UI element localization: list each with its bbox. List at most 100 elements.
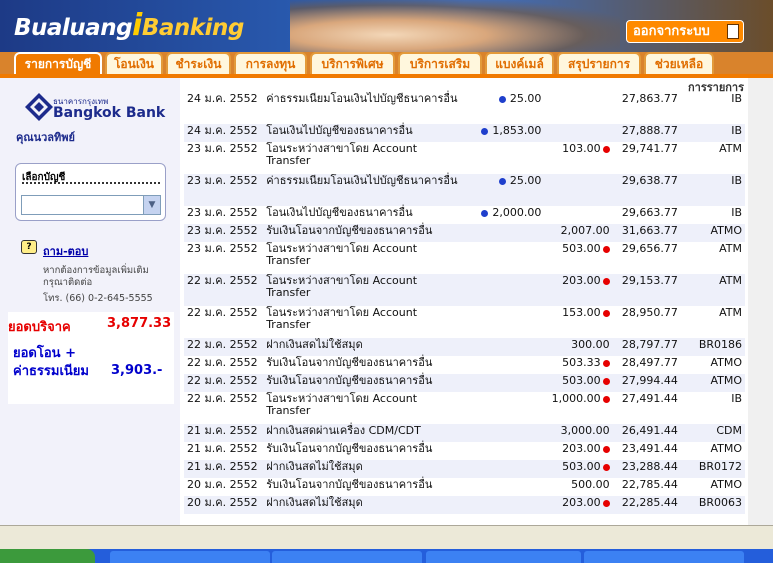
red-marker-icon xyxy=(602,277,610,285)
withdrawal-amount: 1,853.00 xyxy=(492,124,542,137)
blue-marker-icon xyxy=(498,177,506,185)
logout-label: ออกจากระบบ xyxy=(633,24,710,39)
transaction-date: 20 ม.ค. 2552 xyxy=(187,496,258,509)
deposit-amount: 503.33 xyxy=(562,356,601,369)
withdrawal-cell xyxy=(466,242,545,274)
transaction-channel: ATM xyxy=(719,142,742,155)
tab-summary[interactable]: สรุปรายการ xyxy=(557,52,641,74)
horizontal-scrollbar[interactable] xyxy=(0,525,773,550)
transaction-description: ฝากเงินสดไม่ใช้สมุด xyxy=(266,460,363,473)
blue-marker-icon xyxy=(481,127,489,135)
deposit-cell xyxy=(544,124,612,142)
transaction-channel: ATM xyxy=(719,274,742,287)
tab-help[interactable]: ช่วยเหลือ xyxy=(644,52,714,74)
deposit-amount: 503.00 xyxy=(562,374,601,387)
deposit-cell: 503.33 xyxy=(544,356,612,374)
withdrawal-amount: 25.00 xyxy=(509,174,542,187)
transaction-channel: BR0186 xyxy=(698,338,742,351)
deposit-amount: 203.00 xyxy=(562,274,601,287)
deposit-amount: 503.00 xyxy=(562,242,601,255)
blue-marker-icon xyxy=(481,209,489,217)
tab-bankmail[interactable]: แบงค์เมล์ xyxy=(485,52,554,74)
transaction-channel: IB xyxy=(731,206,742,219)
deposit-cell xyxy=(544,206,612,224)
taskbar-item[interactable] xyxy=(272,551,422,563)
header-banner: BualuangiBanking ออกจากระบบ xyxy=(0,0,773,58)
balance-amount: 27,863.77 xyxy=(621,92,678,105)
transaction-channel: IB xyxy=(731,174,742,187)
bangkok-bank-logo-icon xyxy=(25,93,53,121)
balance-amount: 29,741.77 xyxy=(621,142,678,155)
transaction-channel: CDM xyxy=(716,424,742,437)
deposit-cell: 153.00 xyxy=(544,306,612,338)
deposit-amount: 1,000.00 xyxy=(551,392,601,405)
vertical-scrollbar[interactable] xyxy=(748,78,773,525)
tab-transfer[interactable]: โอนเงิน xyxy=(105,52,163,74)
withdrawal-cell xyxy=(466,142,545,174)
transaction-date: 23 ม.ค. 2552 xyxy=(187,142,258,155)
withdrawal-cell xyxy=(466,392,545,424)
withdrawal-cell xyxy=(466,306,545,338)
transaction-channel: IB xyxy=(731,392,742,405)
withdrawal-cell xyxy=(466,338,545,356)
deposit-cell: 503.00 xyxy=(544,374,612,392)
tab-investment[interactable]: การลงทุน xyxy=(234,52,307,74)
banner-photo xyxy=(290,0,620,58)
table-row: 20 ม.ค. 2552 รับเงินโอนจากบัญชีของธนาคารอ… xyxy=(184,478,745,496)
transaction-channel: ATMO xyxy=(710,442,742,455)
deposit-cell: 503.00 xyxy=(544,242,612,274)
start-button[interactable] xyxy=(0,549,95,563)
donation-total-label: ยอดบริจาค xyxy=(8,320,71,335)
transaction-description: ฝากเงินสดไม่ใช้สมุด xyxy=(266,496,363,509)
transaction-description: โอนเงินไปบัญชีของธนาคารอื่น xyxy=(266,124,413,137)
table-row: 23 ม.ค. 2552 ค่าธรรมเนียมโอนเงินไปบัญชีธน… xyxy=(184,174,745,206)
transaction-date: 22 ม.ค. 2552 xyxy=(187,356,258,369)
tab-extra-services[interactable]: บริการเสริม xyxy=(398,52,482,74)
balance-amount: 28,497.77 xyxy=(621,356,678,369)
tab-special-services[interactable]: บริการพิเศษ xyxy=(310,52,395,74)
transaction-channel: BR0172 xyxy=(698,460,742,473)
faq-link[interactable]: ถาม-ตอบ xyxy=(43,242,88,260)
withdrawal-cell xyxy=(466,478,545,496)
help-text: หากต้องการข้อมูลเพิ่มเติม กรุณาติดต่อ xyxy=(43,265,149,288)
tab-payment[interactable]: ชำระเงิน xyxy=(166,52,231,74)
transaction-date: 24 ม.ค. 2552 xyxy=(187,124,258,137)
table-row: 22 ม.ค. 2552 โอนระหว่างสาขาโดย Account Tr… xyxy=(184,306,745,338)
withdrawal-cell xyxy=(466,374,545,392)
deposit-cell: 300.00 xyxy=(544,338,612,356)
table-row: 21 ม.ค. 2552 ฝากเงินสดผ่านเครื่อง CDM/CDT… xyxy=(184,424,745,442)
transaction-date: 22 ม.ค. 2552 xyxy=(187,338,258,351)
transaction-description: รับเงินโอนจากบัญชีของธนาคารอื่น xyxy=(266,374,433,387)
transaction-date: 21 ม.ค. 2552 xyxy=(187,424,258,437)
transaction-date: 21 ม.ค. 2552 xyxy=(187,460,258,473)
withdrawal-cell xyxy=(466,274,545,306)
transaction-channel: ATMO xyxy=(710,224,742,237)
tab-accounts[interactable]: รายการบัญชี xyxy=(14,52,102,74)
transaction-date: 22 ม.ค. 2552 xyxy=(187,306,258,319)
deposit-cell: 503.00 xyxy=(544,460,612,478)
deposit-amount: 203.00 xyxy=(562,496,601,509)
taskbar-item[interactable] xyxy=(426,551,581,563)
logout-button[interactable]: ออกจากระบบ xyxy=(626,20,744,43)
deposit-cell: 203.00 xyxy=(544,496,612,514)
transaction-description: รับเงินโอนจากบัญชีของธนาคารอื่น xyxy=(266,478,433,491)
taskbar-item[interactable] xyxy=(110,551,270,563)
table-row: 23 ม.ค. 2552 โอนระหว่างสาขาโดย Account Tr… xyxy=(184,142,745,174)
transaction-date: 22 ม.ค. 2552 xyxy=(187,374,258,387)
transaction-channel: BR0063 xyxy=(698,496,742,509)
withdrawal-cell xyxy=(466,460,545,478)
account-select[interactable] xyxy=(21,195,161,215)
red-marker-icon xyxy=(602,377,610,385)
transaction-date: 24 ม.ค. 2552 xyxy=(187,92,258,105)
table-row: 24 ม.ค. 2552 โอนเงินไปบัญชีของธนาคารอื่น 1… xyxy=(184,124,745,142)
red-marker-icon xyxy=(602,445,610,453)
withdrawal-cell xyxy=(466,356,545,374)
chevron-down-icon[interactable]: ▼ xyxy=(143,196,160,214)
deposit-cell xyxy=(544,174,612,206)
table-row: 22 ม.ค. 2552 โอนระหว่างสาขาโดย Account Tr… xyxy=(184,392,745,424)
withdrawal-amount: 25.00 xyxy=(509,92,542,105)
deposit-amount: 103.00 xyxy=(562,142,601,155)
taskbar-item[interactable] xyxy=(584,551,744,563)
red-marker-icon xyxy=(602,359,610,367)
transaction-date: 22 ม.ค. 2552 xyxy=(187,274,258,287)
